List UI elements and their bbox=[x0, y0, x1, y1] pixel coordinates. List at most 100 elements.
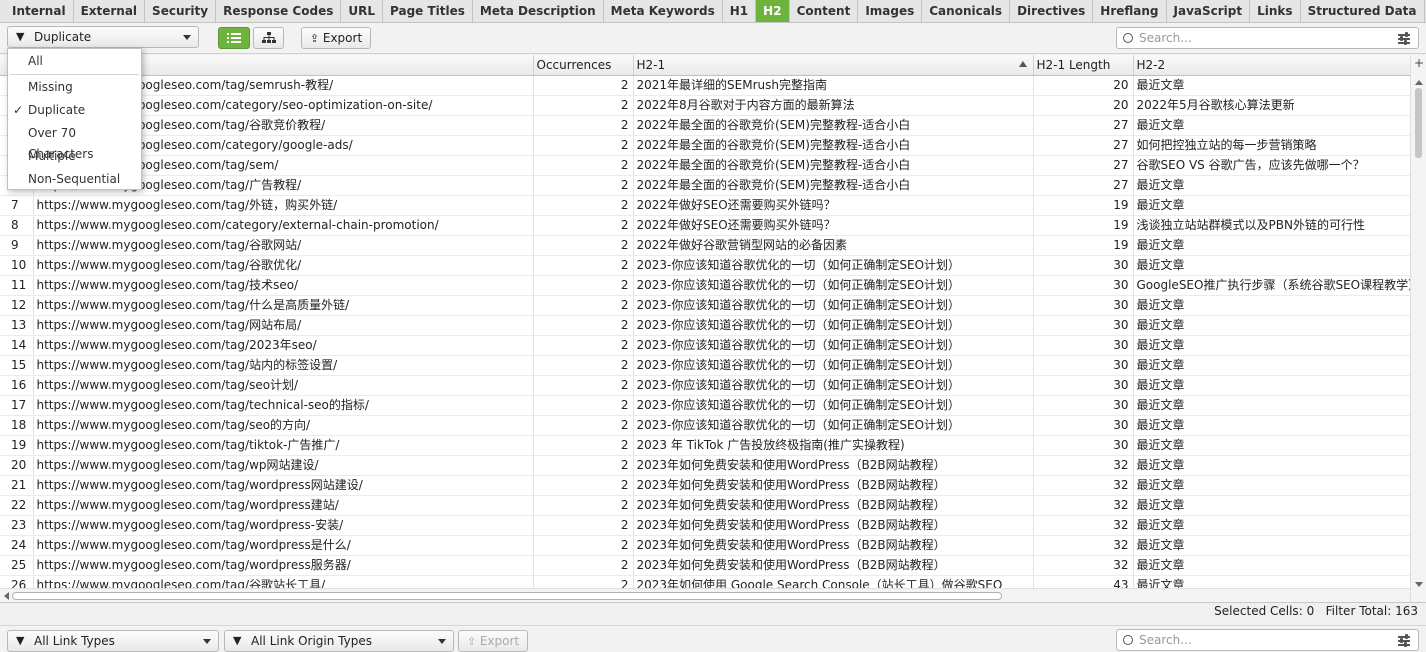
table-row[interactable]: 2https://www.mygoogleseo.com/category/se… bbox=[0, 95, 1411, 116]
cell-occurrences[interactable]: 2 bbox=[533, 475, 634, 496]
row-index[interactable]: 14 bbox=[0, 335, 34, 356]
cell-address[interactable]: https://www.mygoogleseo.com/tag/网站布局/ bbox=[33, 315, 534, 336]
cell-h2-2[interactable]: 最近文章 bbox=[1133, 495, 1411, 516]
export-button[interactable]: ⇪ Export bbox=[301, 27, 371, 49]
filter-menu-item-missing[interactable]: Missing bbox=[8, 77, 141, 98]
cell-occurrences[interactable]: 2 bbox=[533, 295, 634, 316]
tab-meta-description[interactable]: Meta Description bbox=[473, 0, 604, 22]
column-header-occurrences[interactable]: Occurrences bbox=[533, 55, 634, 76]
cell-address[interactable]: https://www.mygoogleseo.com/tag/站内的标签设置/ bbox=[33, 355, 534, 376]
tab-url[interactable]: URL bbox=[341, 0, 383, 22]
cell-occurrences[interactable]: 2 bbox=[533, 315, 634, 336]
search-input[interactable]: Search... bbox=[1116, 27, 1419, 49]
cell-h2-1-length[interactable]: 19 bbox=[1033, 215, 1134, 236]
table-row[interactable]: 4https://www.mygoogleseo.com/category/go… bbox=[0, 135, 1411, 156]
cell-occurrences[interactable]: 2 bbox=[533, 235, 634, 256]
cell-h2-2[interactable]: 浅谈独立站站群模式以及PBN外链的可行性 bbox=[1133, 215, 1411, 236]
horizontal-scroll-thumb[interactable] bbox=[12, 592, 1002, 600]
tab-h1[interactable]: H1 bbox=[723, 0, 757, 22]
cell-h2-1[interactable]: 2021年最详细的SEMrush完整指南 bbox=[633, 75, 1034, 96]
cell-occurrences[interactable]: 2 bbox=[533, 455, 634, 476]
table-row[interactable]: 14 https://www.mygoogleseo.com/tag/2023年s… bbox=[0, 335, 1411, 356]
cell-h2-1-length[interactable]: 27 bbox=[1033, 175, 1134, 196]
cell-occurrences[interactable]: 2 bbox=[533, 535, 634, 556]
link-origin-types-dropdown[interactable]: ▼ All Link Origin Types bbox=[224, 630, 454, 652]
cell-h2-1[interactable]: 2022年做好谷歌营销型网站的必备因素 bbox=[633, 235, 1034, 256]
cell-occurrences[interactable]: 2 bbox=[533, 335, 634, 356]
cell-h2-2[interactable]: 最近文章 bbox=[1133, 515, 1411, 536]
cell-h2-2[interactable]: 最近文章 bbox=[1133, 115, 1411, 136]
cell-occurrences[interactable]: 2 bbox=[533, 415, 634, 436]
cell-occurrences[interactable]: 2 bbox=[533, 135, 634, 156]
scroll-down-icon[interactable] bbox=[1415, 582, 1423, 587]
cell-h2-1-length[interactable]: 30 bbox=[1033, 335, 1134, 356]
table-row[interactable]: 17 https://www.mygoogleseo.com/tag/techni… bbox=[0, 395, 1411, 416]
cell-h2-2[interactable]: 谷歌SEO VS 谷歌广告，应该先做哪一个？ bbox=[1133, 155, 1411, 176]
cell-address[interactable]: https://www.mygoogleseo.com/tag/wordpres… bbox=[33, 515, 534, 536]
link-types-dropdown[interactable]: ▼ All Link Types bbox=[7, 630, 219, 652]
horizontal-scrollbar[interactable] bbox=[0, 588, 1410, 602]
cell-h2-1-length[interactable]: 20 bbox=[1033, 75, 1134, 96]
cell-occurrences[interactable]: 2 bbox=[533, 175, 634, 196]
cell-h2-1[interactable]: 2023年如何免费安装和使用WordPress（B2B网站教程） bbox=[633, 535, 1034, 556]
table-row[interactable]: 19 https://www.mygoogleseo.com/tag/tiktok… bbox=[0, 435, 1411, 456]
cell-h2-1[interactable]: 2023 年 TikTok 广告投放终极指南(推广实操教程) bbox=[633, 435, 1034, 456]
cell-address[interactable]: https://www.mygoogleseo.com/tag/2023年seo… bbox=[33, 335, 534, 356]
cell-h2-1-length[interactable]: 30 bbox=[1033, 375, 1134, 396]
cell-h2-2[interactable]: 最近文章 bbox=[1133, 395, 1411, 416]
row-index[interactable]: 17 bbox=[0, 395, 34, 416]
cell-h2-2[interactable]: 最近文章 bbox=[1133, 455, 1411, 476]
cell-h2-1-length[interactable]: 27 bbox=[1033, 155, 1134, 176]
cell-h2-1[interactable]: 2023-你应该知道谷歌优化的一切（如何正确制定SEO计划） bbox=[633, 355, 1034, 376]
row-index[interactable]: 18 bbox=[0, 415, 34, 436]
cell-address[interactable]: https://www.mygoogleseo.com/tag/wordpres… bbox=[33, 535, 534, 556]
row-index[interactable]: 25 bbox=[0, 555, 34, 576]
table-row[interactable]: 6https://www.mygoogleseo.com/tag/广告教程/22… bbox=[0, 175, 1411, 196]
row-index[interactable]: 10 bbox=[0, 255, 34, 276]
cell-h2-2[interactable]: 最近文章 bbox=[1133, 415, 1411, 436]
cell-h2-1-length[interactable]: 30 bbox=[1033, 415, 1134, 436]
tab-response-codes[interactable]: Response Codes bbox=[216, 0, 342, 22]
cell-h2-2[interactable]: 最近文章 bbox=[1133, 355, 1411, 376]
table-row[interactable]: 25 https://www.mygoogleseo.com/tag/wordpr… bbox=[0, 555, 1411, 576]
row-index[interactable]: 7 bbox=[0, 195, 34, 216]
cell-occurrences[interactable]: 2 bbox=[533, 75, 634, 96]
cell-h2-1-length[interactable]: 27 bbox=[1033, 135, 1134, 156]
filter-menu-item-over-70-characters[interactable]: Over 70 Characters bbox=[8, 123, 141, 161]
row-index[interactable]: 11 bbox=[0, 275, 34, 296]
tab-directives[interactable]: Directives bbox=[1010, 0, 1094, 22]
table-row[interactable]: 9 https://www.mygoogleseo.com/tag/谷歌网站/2 2… bbox=[0, 235, 1411, 256]
cell-occurrences[interactable]: 2 bbox=[533, 195, 634, 216]
cell-h2-1[interactable]: 2023年如何免费安装和使用WordPress（B2B网站教程） bbox=[633, 515, 1034, 536]
table-row[interactable]: 5https://www.mygoogleseo.com/tag/sem/220… bbox=[0, 155, 1411, 176]
cell-h2-1-length[interactable]: 32 bbox=[1033, 515, 1134, 536]
table-row[interactable]: 22 https://www.mygoogleseo.com/tag/wordpr… bbox=[0, 495, 1411, 516]
cell-h2-2[interactable]: 最近文章 bbox=[1133, 535, 1411, 556]
cell-address[interactable]: https://www.mygoogleseo.com/tag/谷歌网站/ bbox=[33, 235, 534, 256]
cell-h2-2[interactable]: 最近文章 bbox=[1133, 435, 1411, 456]
cell-h2-1-length[interactable]: 30 bbox=[1033, 315, 1134, 336]
table-row[interactable]: 16 https://www.mygoogleseo.com/tag/seo计划/… bbox=[0, 375, 1411, 396]
bottom-export-button[interactable]: ⇪ Export bbox=[458, 630, 528, 652]
cell-h2-1[interactable]: 2022年最全面的谷歌竞价(SEM)完整教程-适合小白 bbox=[633, 155, 1034, 176]
row-index[interactable]: 16 bbox=[0, 375, 34, 396]
row-index[interactable]: 13 bbox=[0, 315, 34, 336]
cell-occurrences[interactable]: 2 bbox=[533, 155, 634, 176]
cell-h2-1-length[interactable]: 27 bbox=[1033, 115, 1134, 136]
tab-hreflang[interactable]: Hreflang bbox=[1093, 0, 1167, 22]
cell-h2-1[interactable]: 2023-你应该知道谷歌优化的一切（如何正确制定SEO计划） bbox=[633, 255, 1034, 276]
cell-h2-1[interactable]: 2023-你应该知道谷歌优化的一切（如何正确制定SEO计划） bbox=[633, 415, 1034, 436]
cell-h2-1[interactable]: 2023-你应该知道谷歌优化的一切（如何正确制定SEO计划） bbox=[633, 295, 1034, 316]
cell-occurrences[interactable]: 2 bbox=[533, 215, 634, 236]
filter-menu-item-all[interactable]: All bbox=[8, 51, 141, 72]
table-row[interactable]: 11 https://www.mygoogleseo.com/tag/技术seo/… bbox=[0, 275, 1411, 296]
tab-page-titles[interactable]: Page Titles bbox=[383, 0, 473, 22]
cell-h2-1[interactable]: 2023年如何免费安装和使用WordPress（B2B网站教程） bbox=[633, 495, 1034, 516]
scroll-left-icon[interactable] bbox=[4, 592, 9, 600]
table-row[interactable]: 13 https://www.mygoogleseo.com/tag/网站布局/2… bbox=[0, 315, 1411, 336]
cell-h2-2[interactable]: 最近文章 bbox=[1133, 555, 1411, 576]
cell-h2-1-length[interactable]: 30 bbox=[1033, 255, 1134, 276]
cell-address[interactable]: https://www.mygoogleseo.com/tag/外链，购买外链/ bbox=[33, 195, 534, 216]
vertical-scroll-thumb[interactable] bbox=[1415, 88, 1422, 158]
cell-h2-1[interactable]: 2023-你应该知道谷歌优化的一切（如何正确制定SEO计划） bbox=[633, 275, 1034, 296]
